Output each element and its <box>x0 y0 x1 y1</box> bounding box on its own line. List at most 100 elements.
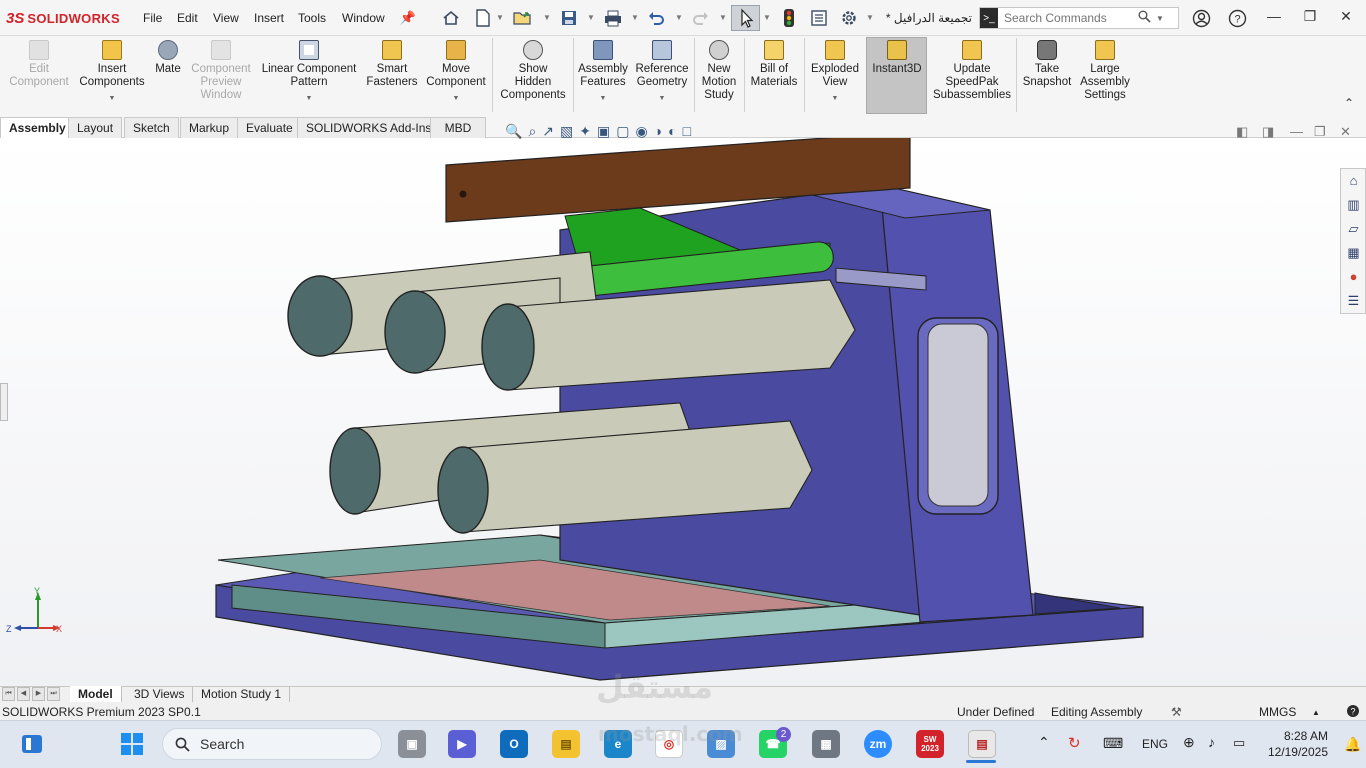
select-tool-button[interactable] <box>731 5 760 31</box>
tab-model[interactable]: Model <box>70 686 122 702</box>
tab-assembly[interactable]: Assembly <box>0 117 75 138</box>
first-tab-nav-icon[interactable]: ⏮ <box>2 687 15 701</box>
network-globe-icon[interactable]: ⊕ <box>1183 734 1195 751</box>
search-commands-box[interactable]: >_ ▼ <box>979 7 1179 29</box>
solidworks-taskbar-icon[interactable]: SW 2023 <box>916 730 944 758</box>
print-dropdown-caret[interactable]: ▼ <box>631 13 639 23</box>
task-view-icon[interactable]: ▣ <box>398 730 426 758</box>
update-speedpak-button[interactable]: Update SpeedPak Subassemblies <box>930 40 1014 102</box>
graphics-viewport[interactable] <box>0 138 1366 686</box>
appearances-icon[interactable]: ● <box>1344 267 1363 286</box>
zoom-to-fit-icon[interactable]: 🔍 <box>505 123 522 140</box>
insert-components-dropdown-caret[interactable]: ▼ <box>109 92 116 105</box>
menu-view[interactable]: View <box>213 11 239 25</box>
bill-of-materials-button[interactable]: Bill of Materials <box>747 40 801 89</box>
teams-meet-icon[interactable]: ▶ <box>448 730 476 758</box>
menu-window[interactable]: Window <box>342 11 385 25</box>
task-view-widgets-icon[interactable] <box>20 733 44 758</box>
linear-component-pattern-button[interactable]: Linear Component Pattern ▼ <box>258 40 360 105</box>
mate-button[interactable]: Mate <box>152 40 184 76</box>
close-window-icon[interactable]: ✕ <box>1332 8 1360 28</box>
tray-overflow-chevron-icon[interactable]: ⌃ <box>1038 734 1050 751</box>
display-style-icon[interactable]: ▢ <box>616 123 629 140</box>
volume-speaker-icon[interactable]: ♪ <box>1208 734 1215 750</box>
search-dropdown-caret[interactable]: ▼ <box>1156 14 1164 23</box>
sync-status-icon[interactable]: ↻ <box>1068 734 1081 752</box>
menu-file[interactable]: File <box>143 11 162 25</box>
file-explorer-taskbar-icon[interactable]: ▤ <box>552 730 580 758</box>
take-snapshot-button[interactable]: Take Snapshot <box>1019 40 1075 89</box>
solidworks-logo[interactable]: 3S SOLIDWORKS <box>6 9 120 27</box>
tab-solidworks-add-ins[interactable]: SOLIDWORKS Add-Ins <box>297 117 441 138</box>
viewport-collapse-right-icon[interactable]: ◨ <box>1262 124 1274 140</box>
tab-mbd[interactable]: MBD <box>430 117 486 138</box>
edit-component-button[interactable]: Edit Component <box>6 40 72 89</box>
move-component-button[interactable]: Move Component ▼ <box>424 40 488 105</box>
status-bar-help-icon[interactable]: ? <box>1346 704 1360 721</box>
custom-properties-icon[interactable]: ☰ <box>1344 291 1363 310</box>
taskbar-search-box[interactable]: Search <box>162 728 382 760</box>
file-explorer-icon[interactable]: ▱ <box>1344 219 1363 238</box>
print-icon[interactable] <box>603 8 623 28</box>
save-dropdown-caret[interactable]: ▼ <box>587 13 595 23</box>
feature-manager-toggle-handle[interactable] <box>0 383 8 421</box>
tab-markup[interactable]: Markup <box>180 117 239 138</box>
search-icon[interactable] <box>1138 10 1156 26</box>
redo-dropdown-caret[interactable]: ▼ <box>719 13 727 23</box>
insert-components-button[interactable]: Insert Components ▼ <box>78 40 146 105</box>
menu-tools[interactable]: Tools <box>298 11 326 25</box>
reference-geometry-button[interactable]: Reference Geometry ▼ <box>632 40 692 105</box>
next-tab-nav-icon[interactable]: ▶ <box>32 687 45 701</box>
minimize-window-icon[interactable]: — <box>1260 8 1288 28</box>
reference-geometry-dropdown-caret[interactable]: ▼ <box>659 92 666 105</box>
unit-system-caret[interactable]: ▲ <box>1312 708 1320 717</box>
apply-scene-icon[interactable]: ◐ <box>668 123 676 139</box>
assembly-features-dropdown-caret[interactable]: ▼ <box>600 92 607 105</box>
undo-dropdown-caret[interactable]: ▼ <box>675 13 683 23</box>
show-hidden-components-button[interactable]: Show Hidden Components <box>496 40 570 102</box>
move-component-dropdown-caret[interactable]: ▼ <box>453 92 460 105</box>
outlook-icon[interactable]: O <box>500 730 528 758</box>
pin-icon[interactable]: 📌 <box>398 8 418 28</box>
zoom-to-area-icon[interactable]: ⌕ <box>528 123 536 140</box>
rebuild-status-icon[interactable]: ⚒ <box>1171 705 1182 719</box>
menu-edit[interactable]: Edit <box>177 11 198 25</box>
unit-system-selector[interactable]: MMGS <box>1259 705 1296 719</box>
new-motion-study-button[interactable]: New Motion Study <box>697 40 741 102</box>
viewport-restore-icon[interactable]: ❐ <box>1314 124 1326 140</box>
large-assembly-settings-button[interactable]: Large Assembly Settings <box>1078 40 1132 102</box>
tab-evaluate[interactable]: Evaluate <box>237 117 302 138</box>
calculator-icon[interactable]: ▦ <box>812 730 840 758</box>
input-language-indicator[interactable]: ENG <box>1142 737 1168 751</box>
exploded-view-button[interactable]: Exploded View ▼ <box>807 40 863 105</box>
undo-icon[interactable] <box>646 8 666 28</box>
restore-window-icon[interactable]: ❐ <box>1296 8 1324 28</box>
windows-start-icon[interactable] <box>120 732 144 759</box>
keyboard-icon[interactable]: ⌨ <box>1103 735 1123 752</box>
pdf-document-icon[interactable]: ▤ <box>968 730 996 758</box>
viewport-collapse-left-icon[interactable]: ◧ <box>1236 124 1248 140</box>
view-palette-icon[interactable]: ▦ <box>1344 243 1363 262</box>
design-library-icon[interactable]: ▥ <box>1344 195 1363 214</box>
assembly-features-button[interactable]: Assembly Features ▼ <box>576 40 630 105</box>
tab-layout[interactable]: Layout <box>68 117 123 138</box>
tab-sketch[interactable]: Sketch <box>124 117 179 138</box>
exploded-view-dropdown-caret[interactable]: ▼ <box>832 92 839 105</box>
help-icon[interactable]: ? <box>1227 8 1247 28</box>
view-orientation-icon[interactable]: ▣ <box>597 123 610 140</box>
assembly-model[interactable] <box>0 138 1366 686</box>
options-gear-icon[interactable] <box>839 8 859 28</box>
menu-insert[interactable]: Insert <box>254 11 284 25</box>
rebuild-traffic-light-icon[interactable] <box>779 8 799 28</box>
file-properties-icon[interactable] <box>809 8 829 28</box>
new-document-icon[interactable] <box>473 8 493 28</box>
taskbar-clock[interactable]: 8:28 AM 12/19/2025 <box>1262 728 1328 760</box>
solidworks-resources-icon[interactable]: ⌂ <box>1344 171 1363 190</box>
select-dropdown-caret[interactable]: ▼ <box>763 13 771 23</box>
hide-show-items-icon[interactable]: ◉ <box>635 123 647 140</box>
user-account-icon[interactable] <box>1191 8 1211 28</box>
open-dropdown-caret[interactable]: ▼ <box>543 13 551 23</box>
linear-pattern-dropdown-caret[interactable]: ▼ <box>306 92 313 105</box>
save-icon[interactable] <box>559 8 579 28</box>
component-preview-window-button[interactable]: Component Preview Window <box>188 40 254 102</box>
